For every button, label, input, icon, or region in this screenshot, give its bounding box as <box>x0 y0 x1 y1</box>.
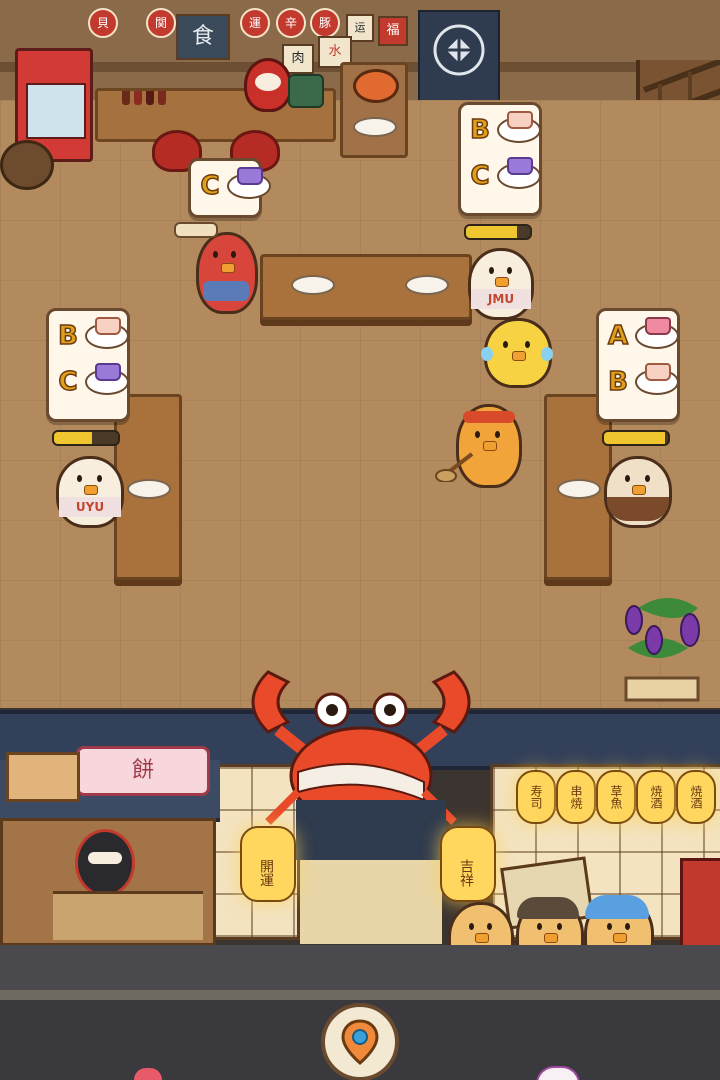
cake-icon <box>635 363 679 395</box>
shop-sign: 餅 <box>76 746 210 796</box>
crate-icon <box>6 752 80 802</box>
customer-crying-chick[interactable] <box>481 318 553 388</box>
patience-bar <box>464 224 532 240</box>
customer-chick[interactable]: UYU <box>56 456 124 528</box>
wall-sign: 辛 <box>276 8 306 38</box>
wall-sign: 関 <box>146 8 176 38</box>
wall-poster: 食 <box>176 14 230 60</box>
dining-table-center[interactable] <box>260 254 472 320</box>
entrance-doorway[interactable] <box>300 860 442 944</box>
patience-bar <box>602 430 670 446</box>
order-bubble[interactable]: C <box>188 158 271 218</box>
order-letter: C <box>470 160 491 192</box>
order-letter: B <box>469 114 490 146</box>
patience-fill <box>466 226 518 238</box>
barrel <box>0 140 54 190</box>
apron-label: UYU <box>59 497 121 517</box>
wall-sign: 豚 <box>310 8 340 38</box>
crest-icon <box>433 24 485 76</box>
noren-curtain <box>418 10 500 104</box>
wall-poster: 福 <box>378 16 408 46</box>
broom-icon <box>434 452 474 483</box>
hanging-lantern: 寿司 <box>516 770 556 824</box>
order-letter: B <box>57 320 78 352</box>
cake-icon <box>85 317 129 349</box>
door-lantern: 吉祥 <box>440 826 496 902</box>
locate-button[interactable] <box>321 1003 399 1080</box>
purple-soup-icon <box>227 167 271 199</box>
patience-fill <box>604 432 665 444</box>
restaurant-scene: 貝 関 食 運 辛 豚 肉 运 水 福 C B C B C A B JMU UY… <box>0 0 720 1080</box>
order-letter: C <box>58 366 79 398</box>
wall-sign: 貝 <box>88 8 118 38</box>
patience-bar <box>52 430 120 446</box>
hanging-lantern: 焼酒 <box>636 770 676 824</box>
shopkeeper-ninja <box>75 829 135 897</box>
location-pin-icon <box>341 1019 379 1065</box>
dining-table-left[interactable] <box>114 394 182 580</box>
entrance-noren <box>296 800 446 860</box>
purple-soup-icon <box>497 157 541 189</box>
dining-table-right[interactable] <box>544 394 612 580</box>
order-letter: B <box>607 366 628 398</box>
customer-brown-chick[interactable] <box>604 456 672 528</box>
meat-bone-icon <box>174 222 218 238</box>
eggplant-plant-icon <box>618 588 720 704</box>
hanging-lantern: 串焼 <box>556 770 596 824</box>
food-stall[interactable] <box>0 818 216 946</box>
order-bubble[interactable]: B C <box>458 102 542 216</box>
purple-soup-icon <box>85 363 129 395</box>
customer-chick[interactable]: JMU <box>468 248 534 320</box>
wall-sign: 運 <box>240 8 270 38</box>
cake-icon <box>497 111 541 143</box>
door-lantern: 開運 <box>240 826 296 902</box>
skewers-icon <box>635 317 679 349</box>
curb <box>0 990 720 1000</box>
order-letter: A <box>607 320 629 352</box>
customer-angry-red[interactable] <box>196 232 258 314</box>
soup-pot-icon <box>353 69 399 103</box>
telephone-icon <box>288 74 324 108</box>
order-letter: C <box>200 170 221 202</box>
patience-fill <box>54 432 93 444</box>
hanging-lantern: 草魚 <box>596 770 636 824</box>
order-bubble[interactable]: A B <box>596 308 680 422</box>
apron-label: JMU <box>471 289 531 309</box>
hanging-lantern: 焼酒 <box>676 770 716 824</box>
daruma-doll-icon <box>244 58 292 112</box>
order-bubble[interactable]: B C <box>46 308 130 422</box>
stove-stand <box>340 62 408 158</box>
